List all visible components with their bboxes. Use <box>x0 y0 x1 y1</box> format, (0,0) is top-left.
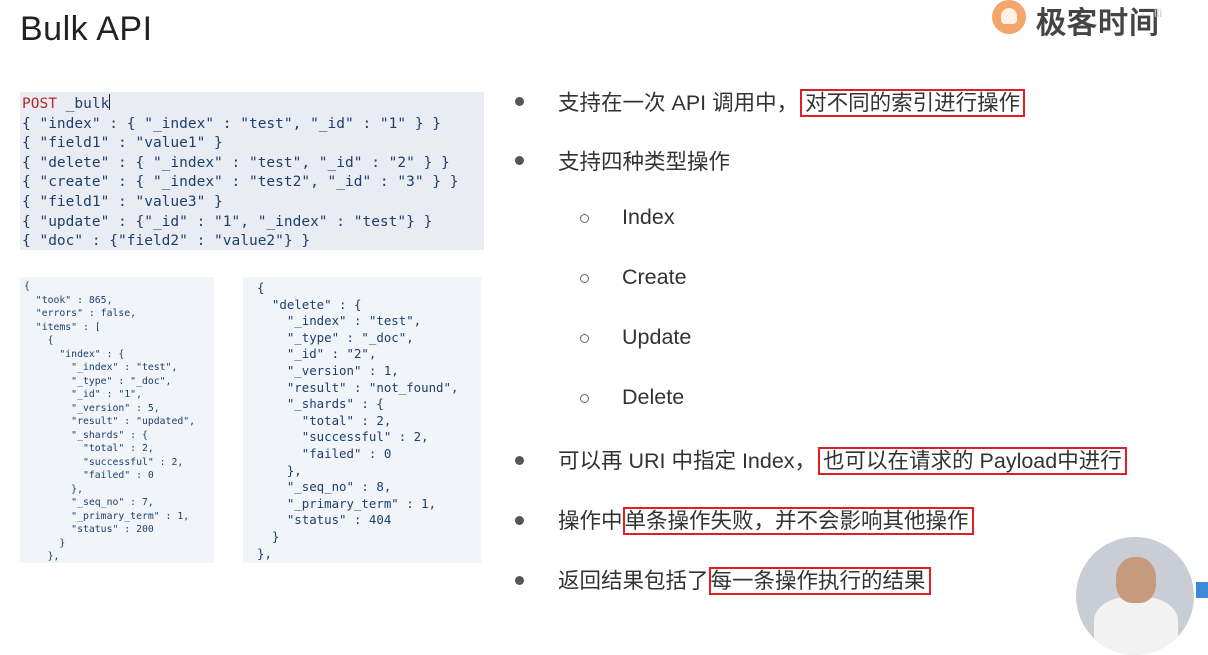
bullet-text: 操作中 <box>558 509 623 533</box>
response-line: "failed" : 0 <box>257 445 392 461</box>
request-first-line: POST _bulk <box>22 94 484 115</box>
request-line: { "field1" : "value1" } <box>22 135 223 152</box>
request-line: { "index" : { "_index" : "test", "_id" :… <box>22 115 442 132</box>
sub-bullet-ring <box>580 334 589 343</box>
bullet-item: 可以再 URI 中指定 Index， 也可以在请求的 Payload中进行 <box>558 444 1127 475</box>
sub-bullet-ring <box>580 214 589 223</box>
bullet-item: 操作中单条操作失败，并不会影响其他操作 <box>558 504 974 535</box>
bulk-response-right: { "delete" : { "_index" : "test", "_type… <box>243 277 481 563</box>
response-line: "index" : { <box>24 348 125 360</box>
presenter-face <box>1116 557 1156 603</box>
bullet-dot <box>515 97 524 106</box>
brand-small-mark: lli <box>1154 6 1162 20</box>
response-line: "_index" : "test", <box>24 362 178 373</box>
request-line: { "create" : { "_index" : "test2", "_id"… <box>22 174 459 191</box>
response-line: "_shards" : { <box>24 429 148 441</box>
response-line: "_id" : "2", <box>257 346 377 362</box>
response-line: "status" : 200 <box>24 524 154 535</box>
bullet-item: 支持在一次 API 调用中， 对不同的索引进行操作 <box>558 86 1026 117</box>
response-line: }, <box>24 551 60 562</box>
bulk-request-code: POST _bulk { "index" : { "_index" : "tes… <box>20 92 484 250</box>
bullet-dot <box>515 456 524 465</box>
response-line: "result" : "not_found", <box>257 379 459 395</box>
highlight-box: 每一条操作执行的结果 <box>708 567 931 595</box>
response-line: "_version" : 1, <box>257 362 399 378</box>
highlight-box: 单条操作失败，并不会影响其他操作 <box>622 507 974 535</box>
sub-bullet-ring <box>580 394 589 403</box>
response-line: "_shards" : { <box>257 396 384 412</box>
brand-logo: 极客时间 lli <box>990 0 1190 40</box>
bullet-dot <box>515 576 524 585</box>
brand-name: 极客时间 <box>1036 7 1160 40</box>
request-path: _bulk <box>56 96 110 112</box>
brand-logo-icon <box>992 0 1026 34</box>
response-line: }, <box>257 545 272 561</box>
response-line: "total" : 2, <box>257 412 392 428</box>
request-line: { "field1" : "value3" } <box>22 193 223 210</box>
highlight-box: 也可以在请求的 Payload中进行 <box>818 447 1127 475</box>
sub-bullet-update: Update <box>622 325 692 349</box>
request-line: { "doc" : {"field2" : "value2"} } <box>22 233 311 250</box>
bullet-item: 支持四种类型操作 <box>558 150 731 174</box>
response-line: "_primary_term" : 1, <box>257 495 437 511</box>
request-line: { "update" : {"_id" : "1", "_index" : "t… <box>22 213 433 230</box>
response-line: "_index" : "test", <box>257 313 422 329</box>
response-line: "_type" : "_doc", <box>257 329 414 345</box>
response-line: "items" : [ <box>24 321 101 333</box>
bullet-item: 返回结果包括了每一条操作执行的结果 <box>558 564 931 595</box>
response-line: "status" : 404 <box>257 512 392 528</box>
bullet-text: 可以再 URI 中指定 Index， <box>558 449 817 473</box>
response-line: "_id" : "1", <box>24 389 142 400</box>
bullet-text: 返回结果包括了 <box>558 569 709 593</box>
bullet-text: 支持在一次 API 调用中， <box>558 91 799 115</box>
response-line: "errors" : false, <box>24 308 137 319</box>
response-line: } <box>257 528 280 544</box>
response-line: "delete" : { <box>257 296 362 312</box>
video-badge-icon <box>1196 582 1208 598</box>
response-line: }, <box>24 483 83 495</box>
sub-bullet-index: Index <box>622 205 675 229</box>
response-line: } <box>24 537 66 549</box>
response-line: { <box>24 335 54 346</box>
response-line: "took" : 865, <box>24 294 113 306</box>
presenter-video[interactable] <box>1076 537 1194 655</box>
response-line: { <box>257 280 265 295</box>
response-line: "failed" : 0 <box>24 470 154 481</box>
response-line: "successful" : 2, <box>257 429 429 445</box>
response-line: "result" : "updated", <box>24 416 196 427</box>
http-method: POST <box>22 96 57 112</box>
sub-bullet-delete: Delete <box>622 385 685 409</box>
response-line: "_type" : "_doc", <box>24 375 172 387</box>
bullet-dot <box>515 156 524 165</box>
slide-title: Bulk API <box>20 10 153 48</box>
presenter-body <box>1094 597 1178 655</box>
response-line: "successful" : 2, <box>24 456 184 468</box>
text-cursor <box>109 94 111 110</box>
response-line: "_primary_term" : 1, <box>24 510 190 522</box>
sub-bullet-ring <box>580 274 589 283</box>
response-line: }, <box>257 462 302 478</box>
highlight-box: 对不同的索引进行操作 <box>800 89 1026 117</box>
response-line: "total" : 2, <box>24 443 154 454</box>
response-line: "_seq_no" : 8, <box>257 479 392 495</box>
response-line: "_seq_no" : 7, <box>24 497 154 508</box>
response-line: "_version" : 5, <box>24 402 160 414</box>
sub-bullet-create: Create <box>622 265 687 289</box>
bullet-dot <box>515 516 524 525</box>
bulk-response-left: { "took" : 865, "errors" : false, "items… <box>20 277 214 563</box>
request-line: { "delete" : { "_index" : "test", "_id" … <box>22 154 450 171</box>
response-line: { <box>24 281 30 292</box>
